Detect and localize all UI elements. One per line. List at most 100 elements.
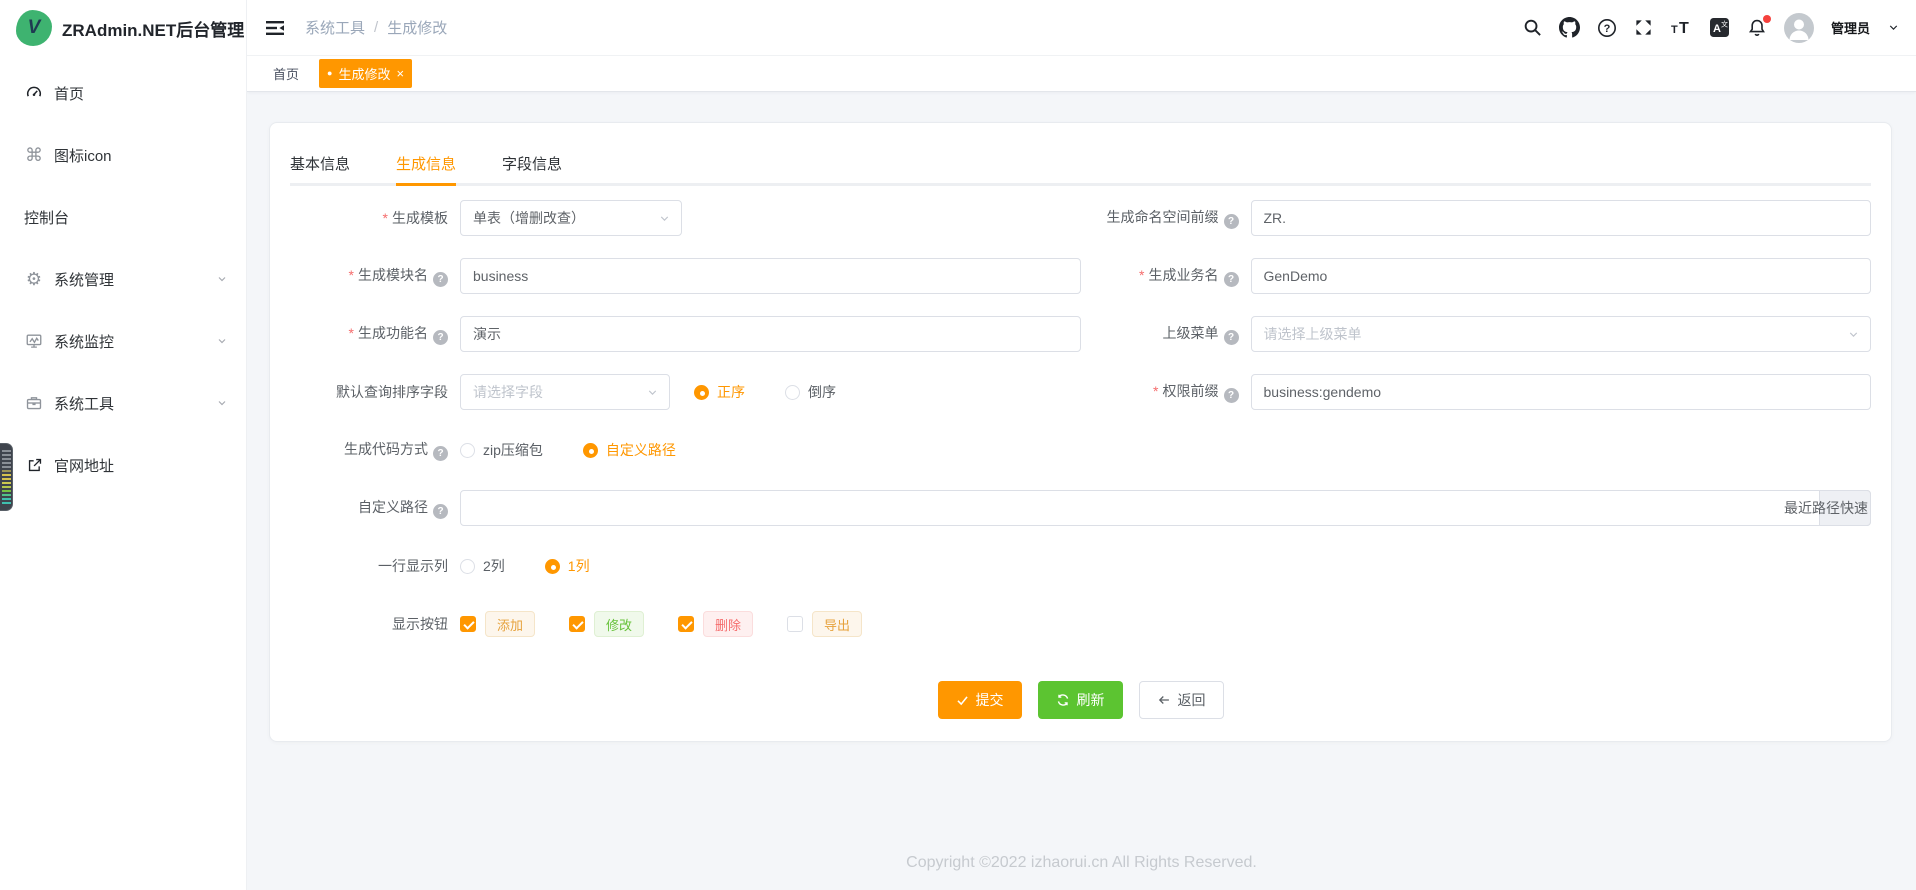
required-mark: *: [1139, 267, 1144, 283]
monitor-icon: [24, 331, 44, 351]
sidebar-collapse-icon[interactable]: [265, 18, 285, 38]
parent-menu-select[interactable]: 请选择上级菜单: [1251, 316, 1872, 352]
sidebar-item-console[interactable]: 控制台: [0, 186, 246, 248]
font-size-icon[interactable]: TT: [1670, 18, 1692, 38]
field-label: *生成业务名?: [1081, 265, 1251, 287]
close-icon[interactable]: ×: [396, 67, 404, 80]
radio-sort-asc[interactable]: 正序: [694, 382, 745, 402]
help-icon[interactable]: ?: [1597, 18, 1617, 38]
theme-drawer-handle[interactable]: [0, 443, 13, 511]
submit-button[interactable]: 提交: [938, 681, 1022, 719]
add-checkbox[interactable]: [460, 616, 476, 632]
delete-tag: 删除: [703, 611, 753, 637]
recent-path-button[interactable]: 最近路径快速: [1819, 490, 1871, 526]
user-menu-chevron-icon[interactable]: [1887, 21, 1900, 34]
chevron-down-icon: [646, 386, 659, 399]
breadcrumb-separator: /: [374, 19, 378, 36]
label-text: 生成命名空间前缀: [1107, 209, 1219, 225]
back-button[interactable]: 返回: [1139, 681, 1224, 719]
app-logo: V: [16, 10, 52, 46]
perm-prefix-input[interactable]: [1251, 374, 1872, 410]
chevron-down-icon: [216, 397, 228, 409]
help-icon[interactable]: ?: [433, 272, 448, 287]
field-label: 默认查询排序字段: [290, 382, 460, 402]
edit-tag: 修改: [594, 611, 644, 637]
sidebar-item-label: 系统监控: [54, 331, 216, 352]
row-spacer: [1081, 537, 1872, 595]
avatar[interactable]: [1784, 13, 1814, 43]
tab-basic-info[interactable]: 基本信息: [290, 143, 350, 183]
tag-label: 生成修改: [338, 64, 390, 83]
field-label: *生成功能名?: [290, 323, 460, 345]
radio-custom-path-mode[interactable]: 自定义路径: [583, 440, 676, 460]
function-name-input[interactable]: [460, 316, 1081, 352]
tags-bar: 首页 ● 生成修改 ×: [247, 56, 1916, 92]
label-text: 自定义路径: [358, 499, 428, 515]
tag-tab-gen-edit[interactable]: ● 生成修改 ×: [319, 59, 412, 88]
delete-checkbox[interactable]: [678, 616, 694, 632]
briefcase-icon: [24, 393, 44, 413]
sidebar-item-home[interactable]: 首页: [0, 62, 246, 124]
user-name[interactable]: 管理员: [1831, 18, 1870, 37]
help-icon[interactable]: ?: [433, 330, 448, 345]
chevron-down-icon: [1847, 328, 1860, 341]
sidebar-item-icons[interactable]: ⌘ 图标icon: [0, 124, 246, 186]
copyright: Copyright ©2022 izhaorui.cn All Rights R…: [247, 854, 1916, 872]
logo-row[interactable]: V ZRAdmin.NET后台管理: [0, 0, 246, 56]
sidebar-nav: 首页 ⌘ 图标icon 控制台 ⚙ 系统管理 系统监控: [0, 56, 246, 496]
help-icon[interactable]: ?: [1224, 272, 1239, 287]
row-spacer: [1081, 421, 1872, 479]
notification-bell-icon[interactable]: [1747, 18, 1767, 38]
tag-tab-home[interactable]: 首页: [269, 59, 303, 88]
sidebar-item-system-manage[interactable]: ⚙ 系统管理: [0, 248, 246, 310]
help-icon[interactable]: ?: [1224, 330, 1239, 345]
custom-path-input[interactable]: [460, 490, 1871, 526]
sidebar-item-label: 系统管理: [54, 269, 216, 290]
radio-dot: [460, 443, 475, 458]
namespace-prefix-input[interactable]: [1251, 200, 1872, 236]
checkbox-group-export: 导出: [787, 611, 862, 637]
tag-label: 首页: [273, 64, 299, 83]
notification-badge: [1763, 15, 1771, 23]
field-show-buttons: 显示按钮 添加 修改: [290, 595, 1081, 653]
field-label: 生成命名空间前缀?: [1081, 207, 1251, 229]
field-label: 生成代码方式?: [290, 439, 460, 461]
add-tag: 添加: [485, 611, 535, 637]
business-name-input[interactable]: [1251, 258, 1872, 294]
gear-icon: ⚙: [24, 269, 44, 289]
radio-one-column[interactable]: 1列: [545, 556, 590, 576]
breadcrumb-item[interactable]: 系统工具: [305, 17, 365, 38]
label-text: 默认查询排序字段: [336, 384, 448, 400]
form-actions: 提交 刷新 返回: [290, 681, 1871, 719]
github-icon[interactable]: [1559, 17, 1580, 38]
gen-template-select[interactable]: 单表（增删改查）: [460, 200, 682, 236]
sort-field-select[interactable]: 请选择字段: [460, 374, 670, 410]
field-sort-field: 默认查询排序字段 请选择字段 正序: [290, 363, 1081, 421]
fullscreen-icon[interactable]: [1634, 18, 1653, 37]
tab-field-info[interactable]: 字段信息: [502, 143, 562, 183]
help-icon[interactable]: ?: [433, 504, 448, 519]
module-name-input[interactable]: [460, 258, 1081, 294]
sidebar-item-system-tools[interactable]: 系统工具: [0, 372, 246, 434]
translate-icon[interactable]: A文: [1709, 17, 1730, 38]
help-icon[interactable]: ?: [1224, 214, 1239, 229]
help-icon[interactable]: ?: [433, 446, 448, 461]
radio-label: 2列: [483, 556, 505, 576]
sidebar-item-system-monitor[interactable]: 系统监控: [0, 310, 246, 372]
radio-label: 正序: [717, 382, 745, 402]
refresh-button[interactable]: 刷新: [1038, 681, 1123, 719]
radio-zip-mode[interactable]: zip压缩包: [460, 440, 543, 460]
logo-letter: V: [28, 17, 41, 39]
label-text: 一行显示列: [378, 558, 448, 574]
radio-two-columns[interactable]: 2列: [460, 556, 505, 576]
refresh-icon: [1056, 693, 1070, 707]
submit-label: 提交: [976, 690, 1004, 710]
search-icon[interactable]: [1523, 18, 1542, 37]
radio-sort-desc[interactable]: 倒序: [785, 382, 836, 402]
edit-checkbox[interactable]: [569, 616, 585, 632]
tab-gen-info[interactable]: 生成信息: [396, 143, 456, 183]
svg-text:?: ?: [1604, 23, 1611, 35]
sidebar-item-official-site[interactable]: 官网地址: [0, 434, 246, 496]
help-icon[interactable]: ?: [1224, 388, 1239, 403]
export-checkbox[interactable]: [787, 616, 803, 632]
